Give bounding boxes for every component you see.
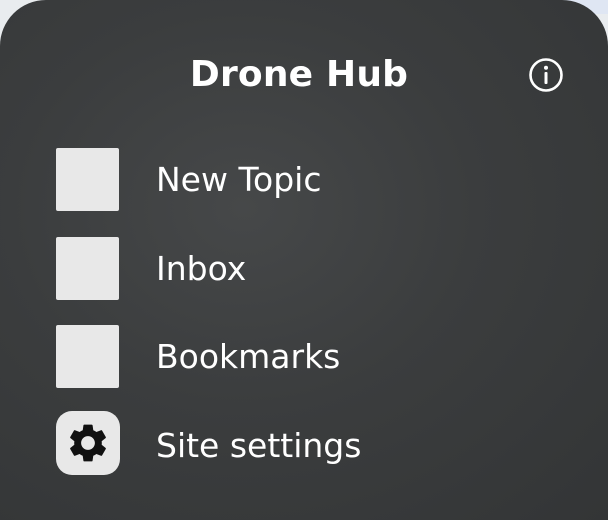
menu-item-label: New Topic: [156, 160, 322, 199]
bottom-sheet-menu: Drone Hub New Topic Inbox Bookmarks Site…: [0, 0, 608, 520]
menu-item-site-settings[interactable]: Site settings: [0, 410, 608, 503]
info-circle-icon: [529, 58, 563, 92]
menu-item-label: Inbox: [156, 248, 247, 288]
sheet-title: Drone Hub: [189, 54, 409, 95]
menu-item-label: Bookmarks: [156, 337, 341, 376]
menu-item-inbox[interactable]: Inbox: [0, 236, 608, 326]
menu-item-new-topic[interactable]: New Topic: [0, 148, 608, 237]
menu-list: New Topic Inbox Bookmarks Site settings: [0, 148, 608, 502]
bookmarks-icon: [56, 325, 119, 388]
menu-item-bookmarks[interactable]: Bookmarks: [0, 325, 608, 414]
sheet-header: Drone Hub: [0, 48, 608, 104]
gear-icon: [70, 424, 106, 461]
menu-item-label: Site settings: [156, 425, 362, 465]
inbox-icon: [56, 236, 119, 300]
site-settings-icon-tile: [56, 410, 120, 475]
info-button[interactable]: [528, 57, 564, 93]
new-topic-icon: [56, 148, 119, 211]
